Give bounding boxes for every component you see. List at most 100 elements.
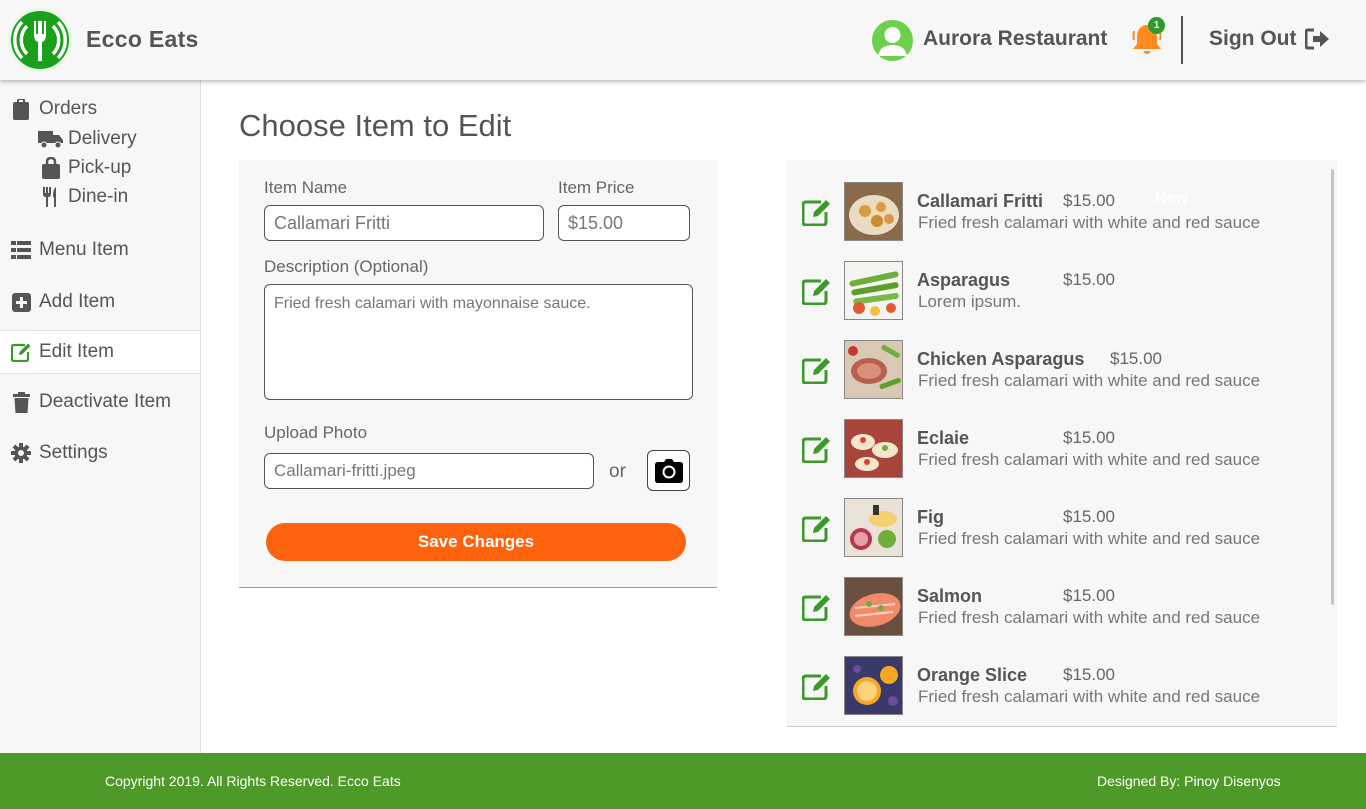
- item-name: Asparagus: [917, 270, 1011, 290]
- sidebar-item-settings[interactable]: Settings: [0, 431, 200, 475]
- sidebar-item-label: Deactivate Item: [39, 391, 171, 412]
- list-item[interactable]: Callamari Fritti $15.00 New Fried fresh …: [787, 174, 1337, 253]
- item-description: Fried fresh calamari with white and red …: [918, 687, 1261, 706]
- utensils-icon: [38, 186, 64, 208]
- item-thumbnail: [844, 577, 903, 636]
- item-list-panel: Callamari Fritti $15.00 New Fried fresh …: [787, 160, 1337, 727]
- list-item[interactable]: Asparagus $15.00 Lorem ipsum.: [787, 253, 1337, 332]
- gear-icon: [10, 442, 32, 464]
- avatar[interactable]: [872, 20, 913, 61]
- item-price: $15.00: [1063, 665, 1115, 684]
- item-name: Fig: [917, 507, 944, 527]
- item-description: Fried fresh calamari with white and red …: [918, 450, 1261, 469]
- trash-icon: [10, 391, 32, 413]
- list-item[interactable]: Fig $15.00 Fried fresh calamari with whi…: [787, 490, 1337, 569]
- item-name: Eclaie: [917, 428, 970, 448]
- sidebar-item-edit-item[interactable]: Edit Item: [0, 330, 200, 374]
- list-item[interactable]: Chicken Asparagus $15.00 Fried fresh cal…: [787, 332, 1337, 411]
- upload-photo-input[interactable]: [264, 453, 594, 489]
- camera-icon: [654, 458, 683, 483]
- item-thumbnail: [844, 182, 903, 241]
- item-thumbnail: [844, 498, 903, 557]
- sign-out-label: Sign Out: [1209, 27, 1297, 50]
- save-changes-button[interactable]: Save Changes: [266, 523, 686, 561]
- page-title: Choose Item to Edit: [239, 108, 512, 143]
- item-price: $15.00: [1063, 507, 1115, 526]
- edit-icon: [10, 341, 32, 363]
- user-avatar-icon: [878, 27, 907, 56]
- item-name: Chicken Asparagus: [917, 349, 1085, 369]
- fork-logo-icon: [13, 20, 67, 61]
- description-textarea[interactable]: Fried fresh calamari with mayonnaise sau…: [264, 284, 693, 400]
- sidebar-item-add-item[interactable]: Add Item: [0, 280, 200, 324]
- item-description: Fried fresh calamari with white and red …: [918, 213, 1261, 232]
- item-name-label: Item Name: [264, 178, 348, 197]
- truck-icon: [38, 128, 64, 150]
- sidebar-item-deactivate-item[interactable]: Deactivate Item: [0, 380, 200, 424]
- list-item[interactable]: Salmon $15.00 Fried fresh calamari with …: [787, 569, 1337, 648]
- edit-icon[interactable]: [801, 672, 832, 701]
- sidebar-item-label: Dine-in: [68, 186, 129, 207]
- edit-icon[interactable]: [801, 435, 832, 464]
- camera-button[interactable]: [647, 450, 690, 491]
- sidebar-item-label: Delivery: [68, 128, 137, 149]
- description-label: Description (Optional): [264, 257, 429, 276]
- item-price: $15.00: [1063, 270, 1115, 289]
- item-thumbnail: [844, 261, 903, 320]
- edit-icon[interactable]: [801, 356, 832, 385]
- item-price-input[interactable]: [558, 205, 690, 241]
- edit-icon[interactable]: [801, 198, 832, 227]
- edit-icon[interactable]: [801, 514, 832, 543]
- sidebar: Orders Delivery Pick-up Dine-in Menu Ite…: [0, 80, 201, 753]
- item-price: $15.00: [1063, 191, 1115, 210]
- sidebar-item-label: Edit Item: [39, 341, 114, 362]
- item-description: Fried fresh calamari with white and red …: [918, 608, 1261, 627]
- item-description: Fried fresh calamari with white and red …: [918, 371, 1261, 390]
- item-description: Fried fresh calamari with white and red …: [918, 529, 1261, 548]
- restaurant-name: Aurora Restaurant: [923, 27, 1108, 50]
- sidebar-item-pickup[interactable]: Pick-up: [38, 154, 131, 182]
- item-thumbnail: [844, 340, 903, 399]
- sign-out-button[interactable]: Sign Out: [1209, 27, 1331, 51]
- edit-icon[interactable]: [801, 277, 832, 306]
- sidebar-item-menu-item[interactable]: Menu Item: [0, 228, 200, 272]
- sidebar-item-label: Orders: [39, 98, 98, 119]
- sidebar-item-label: Settings: [39, 442, 108, 463]
- list-icon: [10, 239, 32, 261]
- shopping-bag-icon: [38, 157, 64, 179]
- plus-square-icon: [10, 291, 32, 313]
- item-name: Salmon: [917, 586, 983, 606]
- list-item[interactable]: Orange Slice $15.00 Fried fresh calamari…: [787, 648, 1337, 726]
- sidebar-item-label: Add Item: [39, 291, 116, 312]
- item-name: Orange Slice: [917, 665, 1028, 685]
- new-badge: New: [1155, 190, 1188, 207]
- top-header: Ecco Eats Aurora Restaurant 1 Sign Out: [0, 0, 1366, 80]
- designed-by-text: Designed By: Pinoy Disenyos: [1097, 773, 1281, 789]
- edit-icon[interactable]: [801, 593, 832, 622]
- sign-out-icon: [1304, 28, 1329, 50]
- sidebar-item-delivery[interactable]: Delivery: [38, 125, 137, 153]
- item-price: $15.00: [1063, 586, 1115, 605]
- item-name-input[interactable]: [264, 205, 544, 241]
- brand-name: Ecco Eats: [86, 26, 199, 52]
- item-price-label: Item Price: [558, 178, 635, 197]
- upload-photo-label: Upload Photo: [264, 423, 368, 442]
- item-price: $15.00: [1110, 349, 1162, 368]
- sidebar-item-label: Menu Item: [39, 239, 129, 260]
- item-thumbnail: [844, 656, 903, 715]
- item-description: Lorem ipsum.: [918, 292, 1021, 311]
- list-scrollbar[interactable]: [1331, 169, 1334, 605]
- item-thumbnail: [844, 419, 903, 478]
- list-item[interactable]: Eclaie $15.00 Fried fresh calamari with …: [787, 411, 1337, 490]
- footer: Copyright 2019. All Rights Reserved. Ecc…: [0, 753, 1366, 809]
- item-price: $15.00: [1063, 428, 1115, 447]
- item-name: Callamari Fritti: [917, 191, 1044, 211]
- header-divider: [1181, 16, 1183, 64]
- clipboard-icon: [10, 98, 32, 120]
- logo[interactable]: [8, 8, 72, 72]
- copyright-text: Copyright 2019. All Rights Reserved. Ecc…: [105, 773, 401, 789]
- or-text: or: [609, 461, 626, 482]
- notification-badge: 1: [1148, 17, 1165, 34]
- sidebar-item-label: Pick-up: [68, 157, 132, 178]
- sidebar-item-dinein[interactable]: Dine-in: [38, 183, 128, 211]
